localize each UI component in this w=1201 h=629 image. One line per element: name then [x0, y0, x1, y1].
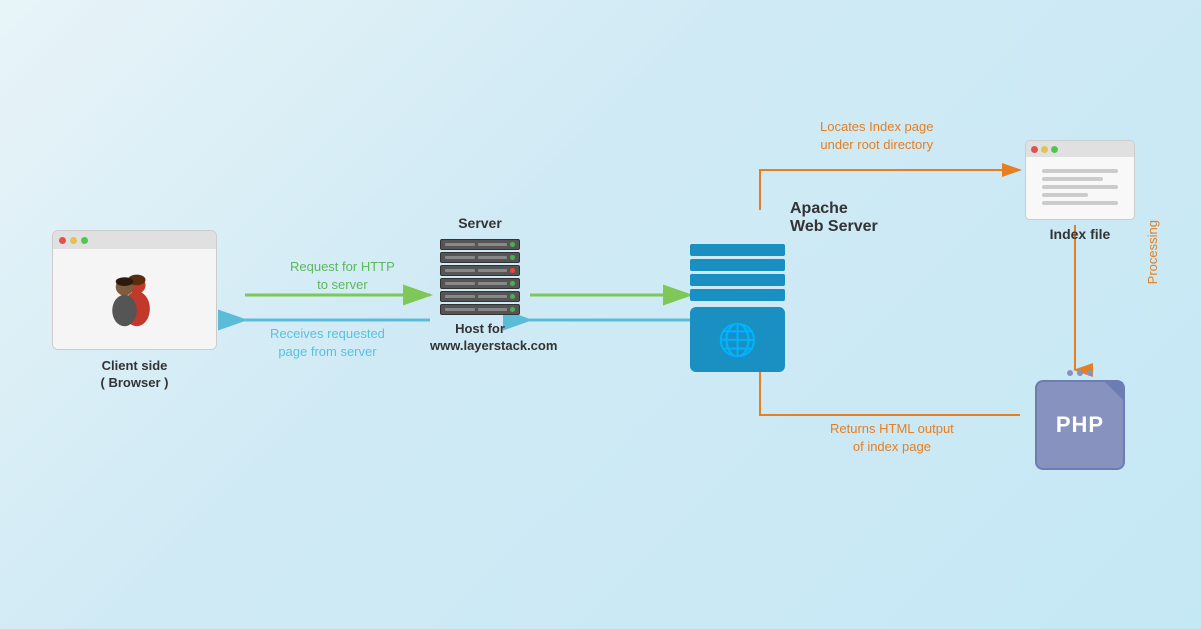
apache-icon-group: 🌐 — [690, 244, 890, 372]
php-dot-2 — [1077, 370, 1083, 376]
index-file-body — [1026, 157, 1134, 220]
server-unit-6 — [440, 304, 520, 315]
server-unit-4 — [440, 278, 520, 289]
index-file-box: Index file — [1020, 140, 1140, 242]
server-rack — [440, 239, 520, 315]
client-label: Client side ( Browser ) — [52, 358, 217, 392]
apache-title: Apache Web Server — [790, 200, 890, 236]
led-green-3 — [510, 281, 515, 286]
request-label: Request for HTTP to server — [290, 258, 395, 294]
apache-box: Apache Web Server 🌐 — [690, 200, 890, 372]
browser-window — [52, 230, 217, 350]
server-unit-3 — [440, 265, 520, 276]
idx-dot-yellow — [1041, 146, 1048, 153]
apache-globe: 🌐 — [690, 307, 785, 372]
led-green-1 — [510, 242, 515, 247]
index-file-titlebar — [1026, 141, 1134, 157]
locates-label: Locates Index page under root directory — [820, 118, 933, 154]
php-corner — [1105, 382, 1123, 400]
file-lines — [1042, 169, 1118, 209]
idx-dot-green — [1051, 146, 1058, 153]
led-green-4 — [510, 294, 515, 299]
dot-yellow — [70, 237, 77, 244]
php-box: PHP — [1020, 370, 1140, 470]
dot-green-title — [81, 237, 88, 244]
apache-bars: 🌐 — [690, 244, 785, 372]
browser-titlebar — [53, 231, 216, 249]
php-dots — [1020, 370, 1140, 376]
server-title: Server — [430, 215, 530, 231]
php-icon: PHP — [1035, 380, 1125, 470]
index-file-window — [1025, 140, 1135, 220]
server-unit-1 — [440, 239, 520, 250]
php-dot-3 — [1087, 370, 1093, 376]
server-unit-2 — [440, 252, 520, 263]
dot-red — [59, 237, 66, 244]
idx-dot-red — [1031, 146, 1038, 153]
diagram-container: Client side ( Browser ) Request for HTTP… — [0, 0, 1201, 629]
browser-body — [53, 249, 216, 350]
led-green-5 — [510, 307, 515, 312]
returns-label: Returns HTML output of index page — [830, 420, 954, 456]
people-icon — [100, 265, 170, 335]
server-box: Server — [430, 215, 530, 355]
processing-label: Processing — [1145, 220, 1160, 284]
server-unit-5 — [440, 291, 520, 302]
led-green-2 — [510, 255, 515, 260]
host-label: Host for www.layerstack.com — [430, 321, 530, 355]
php-text: PHP — [1056, 412, 1104, 438]
client-browser-box: Client side ( Browser ) — [52, 230, 217, 360]
receives-label: Receives requested page from server — [270, 325, 385, 361]
led-red-1 — [510, 268, 515, 273]
php-dot-1 — [1067, 370, 1073, 376]
index-file-label: Index file — [1020, 226, 1140, 242]
globe-icon: 🌐 — [718, 321, 758, 359]
